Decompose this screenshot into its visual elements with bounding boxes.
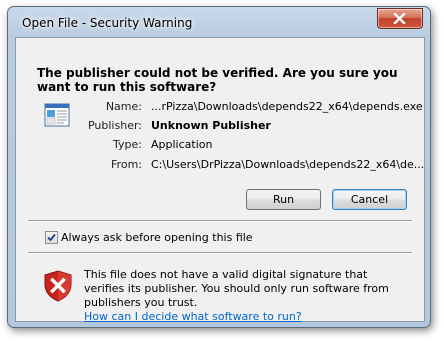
divider <box>28 220 412 222</box>
from-value: C:\Users\DrPizza\Downloads\depends22_x64… <box>151 158 425 171</box>
warning-headline: The publisher could not be verified. Are… <box>37 66 398 94</box>
divider <box>28 252 412 254</box>
close-icon <box>393 13 406 24</box>
always-ask-label[interactable]: Always ask before opening this file <box>61 231 253 244</box>
from-label: From: <box>111 158 142 171</box>
help-link[interactable]: How can I decide what software to run? <box>84 310 302 323</box>
publisher-label: Publisher: <box>87 119 142 132</box>
dialog-body: The publisher could not be verified. Are… <box>15 37 425 324</box>
always-ask-checkbox[interactable] <box>45 231 58 244</box>
close-button[interactable] <box>377 8 423 29</box>
dialog-window: Open File - Security Warning The publish… <box>7 6 431 328</box>
title-bar[interactable]: Open File - Security Warning <box>8 7 430 37</box>
shield-warning-icon <box>44 270 72 302</box>
publisher-value: Unknown Publisher <box>151 119 271 132</box>
warning-text: This file does not have a valid digital … <box>84 268 389 309</box>
run-button[interactable]: Run <box>246 189 321 210</box>
name-value: ...rPizza\Downloads\depends22_x64\depend… <box>151 100 423 113</box>
name-label: Name: <box>105 100 142 113</box>
window-title: Open File - Security Warning <box>22 16 193 30</box>
type-value: Application <box>151 138 213 151</box>
checkmark-icon <box>47 233 56 242</box>
warning-message: This file does not have a valid digital … <box>84 268 404 324</box>
cancel-button[interactable]: Cancel <box>332 189 407 210</box>
type-label: Type: <box>113 138 142 151</box>
